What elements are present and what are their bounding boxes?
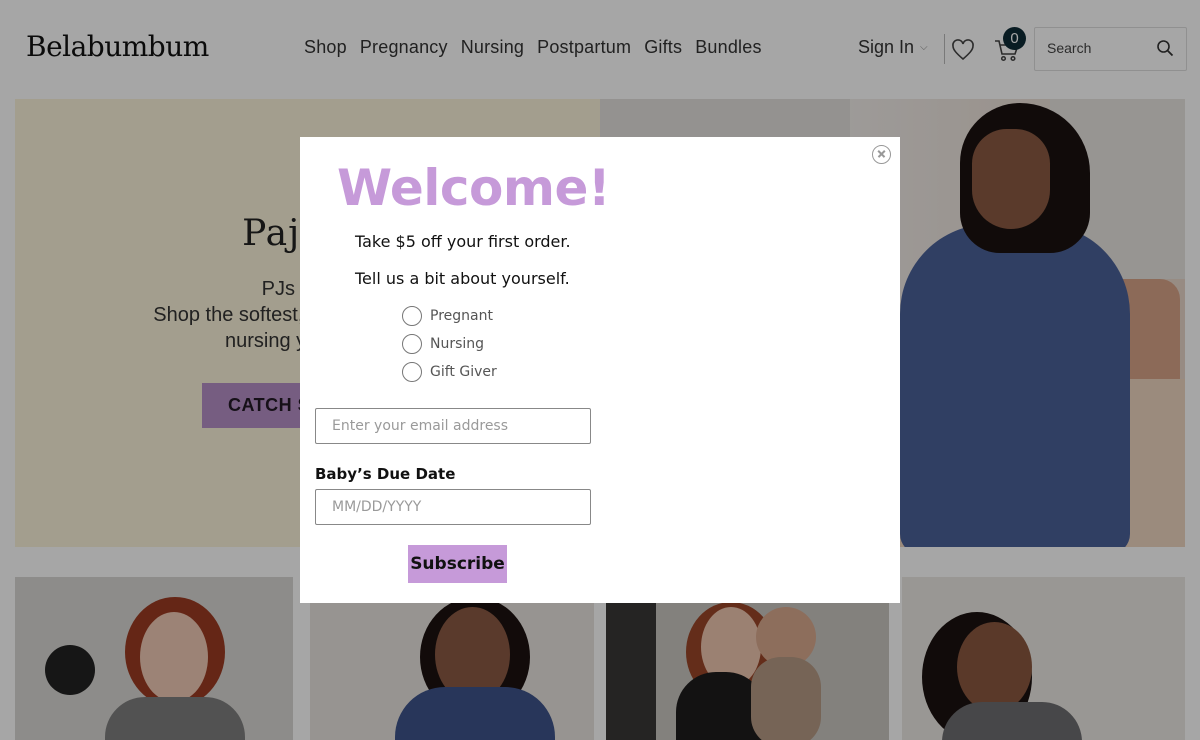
welcome-popup: Welcome! Take $5 off your first order. T… <box>300 137 900 603</box>
radio-nursing[interactable]: Nursing <box>402 334 484 354</box>
due-date-label: Baby’s Due Date <box>315 465 456 483</box>
radio-button[interactable] <box>402 306 422 326</box>
radio-label: Nursing <box>430 336 485 352</box>
radio-pregnant[interactable]: Pregnant <box>402 306 493 326</box>
popup-heading: Welcome! <box>337 159 611 217</box>
popup-prompt-text: Tell us a bit about yourself. <box>355 269 570 288</box>
radio-button[interactable] <box>402 362 422 382</box>
radio-label: Gift Giver <box>430 364 497 380</box>
radio-label: Pregnant <box>430 308 493 324</box>
email-field[interactable] <box>315 408 591 444</box>
subscribe-button[interactable]: Subscribe <box>408 545 507 583</box>
popup-offer-text: Take $5 off your first order. <box>355 232 571 251</box>
radio-gift-giver[interactable]: Gift Giver <box>402 362 497 382</box>
due-date-field[interactable] <box>315 489 591 525</box>
radio-button[interactable] <box>402 334 422 354</box>
close-icon[interactable] <box>872 145 891 164</box>
